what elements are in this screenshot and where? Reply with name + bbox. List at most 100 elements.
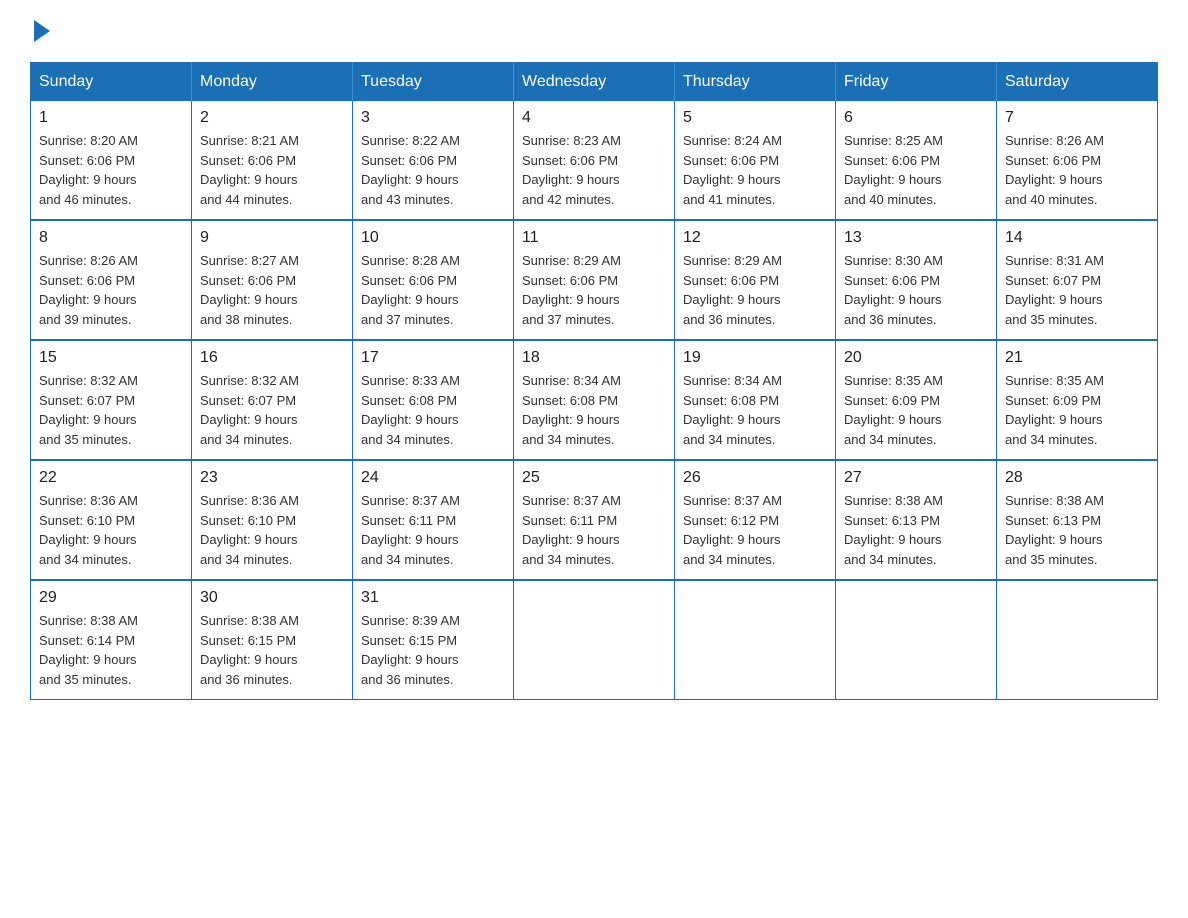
day-info: Sunrise: 8:37 AMSunset: 6:11 PMDaylight:… [522,491,666,569]
day-number: 7 [1005,109,1149,127]
day-number: 26 [683,469,827,487]
col-wednesday: Wednesday [514,63,675,102]
table-row: 2 Sunrise: 8:21 AMSunset: 6:06 PMDaylight… [192,101,353,220]
day-info: Sunrise: 8:39 AMSunset: 6:15 PMDaylight:… [361,611,505,689]
table-row: 19Sunrise: 8:34 AMSunset: 6:08 PMDayligh… [675,340,836,460]
table-row: 18 Sunrise: 8:34 AMSunset: 6:08 PMDayligh… [514,340,675,460]
col-tuesday: Tuesday [353,63,514,102]
table-row: 16 Sunrise: 8:32 AMSunset: 6:07 PMDayligh… [192,340,353,460]
day-info: Sunrise: 8:31 AMSunset: 6:07 PMDaylight:… [1005,251,1149,329]
day-info: Sunrise: 8:36 AMSunset: 6:10 PMDaylight:… [200,491,344,569]
day-info: Sunrise: 8:29 AMSunset: 6:06 PMDaylight:… [683,251,827,329]
day-info: Sunrise: 8:36 AMSunset: 6:10 PMDaylight:… [39,491,183,569]
day-number: 17 [361,349,505,367]
day-info: Sunrise: 8:26 AMSunset: 6:06 PMDaylight:… [1005,131,1149,209]
day-number: 25 [522,469,666,487]
day-info: Sunrise: 8:38 AMSunset: 6:15 PMDaylight:… [200,611,344,689]
calendar-week-row: 1 Sunrise: 8:20 AMSunset: 6:06 PMDaylight… [31,101,1158,220]
col-friday: Friday [836,63,997,102]
table-row: 15 Sunrise: 8:32 AMSunset: 6:07 PMDayligh… [31,340,192,460]
day-info: Sunrise: 8:32 AMSunset: 6:07 PMDaylight:… [200,371,344,449]
table-row: 26 Sunrise: 8:37 AMSunset: 6:12 PMDayligh… [675,460,836,580]
table-row: 10Sunrise: 8:28 AMSunset: 6:06 PMDayligh… [353,220,514,340]
day-number: 3 [361,109,505,127]
day-info: Sunrise: 8:26 AMSunset: 6:06 PMDaylight:… [39,251,183,329]
day-number: 4 [522,109,666,127]
day-info: Sunrise: 8:38 AMSunset: 6:14 PMDaylight:… [39,611,183,689]
day-number: 12 [683,229,827,247]
table-row: 23 Sunrise: 8:36 AMSunset: 6:10 PMDayligh… [192,460,353,580]
day-number: 18 [522,349,666,367]
page-header [30,20,1158,42]
day-info: Sunrise: 8:30 AMSunset: 6:06 PMDaylight:… [844,251,988,329]
table-row: 7 Sunrise: 8:26 AMSunset: 6:06 PMDaylight… [997,101,1158,220]
day-number: 28 [1005,469,1149,487]
day-number: 29 [39,589,183,607]
table-row: 5Sunrise: 8:24 AMSunset: 6:06 PMDaylight… [675,101,836,220]
day-number: 10 [361,229,505,247]
table-row: 17 Sunrise: 8:33 AMSunset: 6:08 PMDayligh… [353,340,514,460]
day-info: Sunrise: 8:38 AMSunset: 6:13 PMDaylight:… [844,491,988,569]
calendar-week-row: 29 Sunrise: 8:38 AMSunset: 6:14 PMDayligh… [31,580,1158,700]
day-number: 2 [200,109,344,127]
table-row: 29 Sunrise: 8:38 AMSunset: 6:14 PMDayligh… [31,580,192,700]
table-row: 1 Sunrise: 8:20 AMSunset: 6:06 PMDaylight… [31,101,192,220]
day-number: 11 [522,229,666,247]
table-row: 20Sunrise: 8:35 AMSunset: 6:09 PMDayligh… [836,340,997,460]
table-row [997,580,1158,700]
calendar-header-row: Sunday Monday Tuesday Wednesday Thursday… [31,63,1158,102]
table-row: 25 Sunrise: 8:37 AMSunset: 6:11 PMDayligh… [514,460,675,580]
day-number: 22 [39,469,183,487]
day-info: Sunrise: 8:34 AMSunset: 6:08 PMDaylight:… [522,371,666,449]
day-info: Sunrise: 8:23 AMSunset: 6:06 PMDaylight:… [522,131,666,209]
table-row [675,580,836,700]
table-row: 22 Sunrise: 8:36 AMSunset: 6:10 PMDayligh… [31,460,192,580]
day-number: 13 [844,229,988,247]
table-row: 28 Sunrise: 8:38 AMSunset: 6:13 PMDayligh… [997,460,1158,580]
col-sunday: Sunday [31,63,192,102]
logo [30,20,50,42]
day-number: 8 [39,229,183,247]
day-number: 30 [200,589,344,607]
table-row: 21 Sunrise: 8:35 AMSunset: 6:09 PMDayligh… [997,340,1158,460]
col-saturday: Saturday [997,63,1158,102]
day-info: Sunrise: 8:35 AMSunset: 6:09 PMDaylight:… [1005,371,1149,449]
day-number: 21 [1005,349,1149,367]
table-row [836,580,997,700]
col-monday: Monday [192,63,353,102]
table-row: 6 Sunrise: 8:25 AMSunset: 6:06 PMDaylight… [836,101,997,220]
day-number: 14 [1005,229,1149,247]
day-number: 6 [844,109,988,127]
table-row: 9 Sunrise: 8:27 AMSunset: 6:06 PMDaylight… [192,220,353,340]
day-number: 9 [200,229,344,247]
day-number: 19 [683,349,827,367]
table-row [514,580,675,700]
day-info: Sunrise: 8:27 AMSunset: 6:06 PMDaylight:… [200,251,344,329]
day-number: 15 [39,349,183,367]
day-info: Sunrise: 8:29 AMSunset: 6:06 PMDaylight:… [522,251,666,329]
calendar-week-row: 15 Sunrise: 8:32 AMSunset: 6:07 PMDayligh… [31,340,1158,460]
day-number: 1 [39,109,183,127]
table-row: 11 Sunrise: 8:29 AMSunset: 6:06 PMDayligh… [514,220,675,340]
day-info: Sunrise: 8:21 AMSunset: 6:06 PMDaylight:… [200,131,344,209]
table-row: 27 Sunrise: 8:38 AMSunset: 6:13 PMDayligh… [836,460,997,580]
day-info: Sunrise: 8:32 AMSunset: 6:07 PMDaylight:… [39,371,183,449]
day-info: Sunrise: 8:37 AMSunset: 6:12 PMDaylight:… [683,491,827,569]
day-info: Sunrise: 8:20 AMSunset: 6:06 PMDaylight:… [39,131,183,209]
table-row: 14 Sunrise: 8:31 AMSunset: 6:07 PMDayligh… [997,220,1158,340]
logo-arrow-icon [34,20,50,42]
day-number: 27 [844,469,988,487]
col-thursday: Thursday [675,63,836,102]
table-row: 24Sunrise: 8:37 AMSunset: 6:11 PMDayligh… [353,460,514,580]
day-number: 23 [200,469,344,487]
table-row: 13 Sunrise: 8:30 AMSunset: 6:06 PMDayligh… [836,220,997,340]
calendar-week-row: 8 Sunrise: 8:26 AMSunset: 6:06 PMDaylight… [31,220,1158,340]
table-row: 30 Sunrise: 8:38 AMSunset: 6:15 PMDayligh… [192,580,353,700]
day-number: 20 [844,349,988,367]
day-info: Sunrise: 8:38 AMSunset: 6:13 PMDaylight:… [1005,491,1149,569]
day-info: Sunrise: 8:25 AMSunset: 6:06 PMDaylight:… [844,131,988,209]
day-number: 16 [200,349,344,367]
calendar-table: Sunday Monday Tuesday Wednesday Thursday… [30,62,1158,700]
day-info: Sunrise: 8:33 AMSunset: 6:08 PMDaylight:… [361,371,505,449]
day-info: Sunrise: 8:37 AMSunset: 6:11 PMDaylight:… [361,491,505,569]
